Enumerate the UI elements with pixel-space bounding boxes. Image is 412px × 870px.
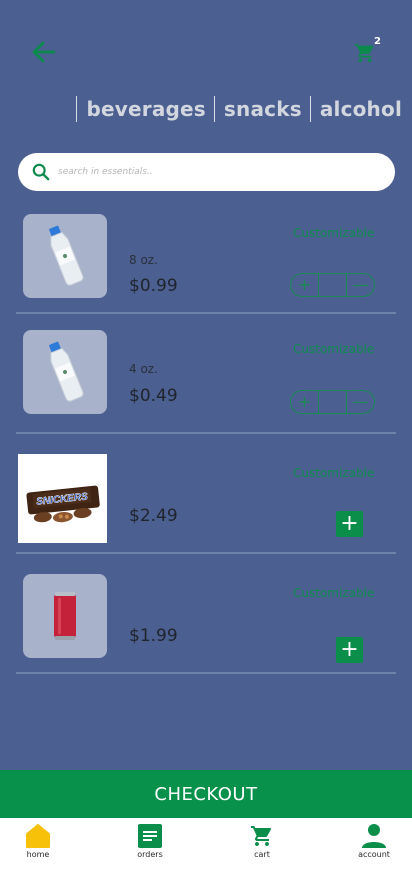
product-price: $2.49	[129, 506, 178, 526]
quantity-value	[318, 274, 346, 296]
quantity-stepper: + —	[290, 390, 375, 414]
increment-button[interactable]: +	[291, 391, 318, 413]
nav-label: cart	[254, 850, 270, 859]
cart-button[interactable]: 2	[352, 36, 382, 68]
water-bottle-icon	[49, 225, 84, 286]
arrow-left-icon	[32, 41, 56, 63]
water-bottle-icon	[49, 341, 84, 402]
quantity-value	[318, 391, 346, 413]
product-price: $0.49	[129, 386, 178, 406]
divider	[16, 672, 396, 674]
customizable-link[interactable]: Customizable	[293, 226, 374, 240]
decrement-button[interactable]: —	[346, 391, 374, 413]
add-button[interactable]: +	[336, 637, 363, 663]
divider	[16, 432, 396, 434]
tab-snacks[interactable]: snacks	[213, 96, 302, 122]
nav-item-home[interactable]: home	[16, 818, 60, 870]
product-price: $1.99	[129, 626, 178, 646]
bottom-nav: home orders cart account	[0, 818, 412, 870]
product-price: $0.99	[129, 276, 178, 296]
list-item: $1.99 Customizable +	[0, 572, 412, 692]
quantity-stepper: + —	[290, 273, 375, 297]
back-button[interactable]	[28, 38, 58, 66]
cart-icon	[251, 826, 272, 846]
nav-label: home	[26, 850, 50, 859]
product-image-red-soda-can[interactable]	[23, 574, 107, 658]
product-image-snickers-bar[interactable]: SNICKERS	[18, 454, 107, 543]
nav-item-account[interactable]: account	[352, 818, 396, 870]
search-bar	[18, 153, 395, 191]
list-item: SNICKERS $2.49 Customizable +	[0, 452, 412, 572]
nav-item-orders[interactable]: orders	[128, 818, 172, 870]
list-item: 4 oz. $0.49 Customizable + —	[0, 326, 412, 446]
account-icon	[362, 824, 386, 848]
snickers-bar-icon: SNICKERS	[25, 485, 100, 522]
top-bar: 2	[0, 0, 412, 90]
orders-icon	[138, 824, 162, 848]
divider	[16, 552, 396, 554]
add-button[interactable]: +	[336, 511, 363, 537]
increment-button[interactable]: +	[291, 274, 318, 296]
search-input[interactable]	[58, 167, 358, 177]
customizable-link[interactable]: Customizable	[293, 586, 374, 600]
tab-beverages[interactable]: beverages	[76, 96, 206, 122]
divider	[16, 312, 396, 314]
checkout-button[interactable]: CHECKOUT	[0, 770, 412, 818]
nav-label: account	[358, 850, 390, 859]
search-icon	[32, 163, 50, 181]
list-item: 8 oz. $0.99 Customizable + —	[0, 210, 412, 330]
product-image-water-bottle[interactable]	[23, 214, 107, 298]
decrement-button[interactable]: —	[346, 274, 374, 296]
cart-count-badge: 2	[374, 36, 381, 47]
tab-alcohol[interactable]: alcohol	[309, 96, 402, 122]
customizable-link[interactable]: Customizable	[293, 342, 374, 356]
nav-item-cart[interactable]: cart	[240, 818, 284, 870]
soda-can-icon	[54, 592, 76, 640]
cart-icon	[354, 43, 374, 63]
home-icon	[26, 824, 50, 848]
category-tabs: beverages snacks alcohol	[76, 96, 402, 122]
customizable-link[interactable]: Customizable	[293, 466, 374, 480]
product-size: 4 oz.	[129, 362, 158, 376]
product-image-water-bottle[interactable]	[23, 330, 107, 414]
nav-label: orders	[137, 850, 163, 859]
product-size: 8 oz.	[129, 253, 158, 267]
